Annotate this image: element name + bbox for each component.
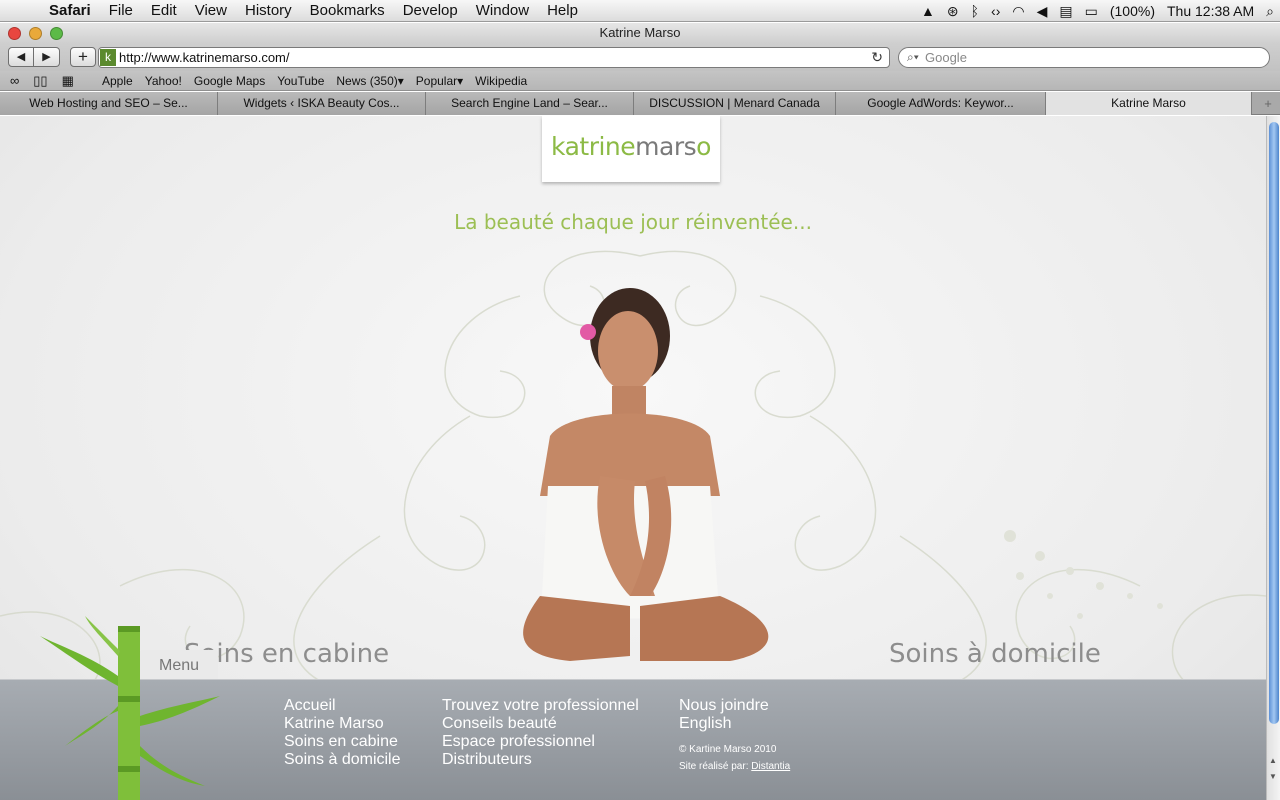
forward-button[interactable]: ▶ [34,47,60,67]
window-title: Katrine Marso [0,23,1280,43]
footer-link-nous-joindre[interactable]: Nous joindre [679,697,790,715]
brand-logo[interactable]: katrinemarso [542,116,720,182]
footer-link-katrine-marso[interactable]: Katrine Marso [284,715,401,733]
logo-part-green: katrine [551,132,636,161]
footer-link-conseils-beaute[interactable]: Conseils beauté [442,715,639,733]
bookmark-popular[interactable]: Popular▾ [410,74,469,88]
menu-help[interactable]: Help [538,2,587,19]
reading-list-icon[interactable]: ∞ [10,73,19,89]
scrollbar-thumb[interactable] [1269,122,1279,724]
scroll-down-icon[interactable]: ▼ [1269,772,1277,781]
spotlight-icon[interactable]: ⌕ [1260,3,1280,20]
vertical-scrollbar[interactable]: ▲ ▼ [1266,116,1280,800]
search-icon[interactable]: ⌕▾ [907,48,919,67]
tab-katrine-marso[interactable]: Katrine Marso [1046,92,1252,115]
bamboo-graphic [40,616,220,800]
add-bookmark-button[interactable]: + [70,47,96,67]
mac-menubar: Safari File Edit View History Bookmarks … [0,0,1280,22]
flag-icon[interactable]: ▤ [1053,3,1078,20]
credit-link-distantia[interactable]: Distantia [751,761,790,772]
logo-part-end: o [696,132,711,161]
tab-widgets-iska[interactable]: Widgets ‹ ISKA Beauty Cos... [218,92,426,115]
close-window-button[interactable] [8,27,21,40]
search-placeholder: Google [925,50,967,65]
footer-link-soins-a-domicile[interactable]: Soins à domicile [284,751,401,769]
top-sites-icon[interactable]: ▦ [62,73,74,89]
category-soins-a-domicile[interactable]: Soins à domicile [889,639,1101,669]
menu-view[interactable]: View [186,2,236,19]
nav-buttons: ◀ ▶ [8,47,60,67]
footer-link-english[interactable]: English [679,715,790,733]
logo-part-grey: mars [635,132,697,161]
bookmarks-bar: ∞ ▯▯ ▦ Apple Yahoo! Google Maps YouTube … [0,71,1280,91]
address-text[interactable]: http://www.katrinemarso.com/ [119,48,290,67]
bookmark-news[interactable]: News (350)▾ [330,74,409,88]
search-field[interactable]: ⌕▾ Google [898,47,1270,68]
bluetooth-icon[interactable]: ᛒ [965,3,985,19]
menu-app-safari[interactable]: Safari [40,2,100,19]
page-content: katrinemarso La beauté chaque jour réinv… [0,116,1266,800]
back-button[interactable]: ◀ [8,47,34,67]
footer-column-3: Nous joindre English © Kartine Marso 201… [679,697,790,775]
tab-discussion-menard[interactable]: DISCUSSION | Menard Canada [634,92,836,115]
battery-percent: (100%) [1109,3,1155,19]
volume-icon[interactable]: ◀ [1031,3,1054,20]
model-photo [523,288,769,661]
tagline: La beauté chaque jour réinventée... [454,210,812,234]
tab-web-hosting[interactable]: Web Hosting and SEO – Se... [0,92,218,115]
bookmark-wikipedia[interactable]: Wikipedia [469,74,533,88]
credit-prefix: Site réalisé par: [679,761,749,772]
bookmark-youtube[interactable]: YouTube [271,74,330,88]
minimize-window-button[interactable] [29,27,42,40]
copyright-text: © Kartine Marso 2010 [679,744,777,755]
battery-icon[interactable]: ▭ [1079,3,1104,20]
menubar-clock[interactable]: Thu 12:38 AM [1161,3,1260,19]
tab-search-engine-land[interactable]: Search Engine Land – Sear... [426,92,634,115]
footer-column-1: Accueil Katrine Marso Soins en cabine So… [284,697,401,769]
menu-file[interactable]: File [100,2,142,19]
menu-edit[interactable]: Edit [142,2,186,19]
favicon-icon: k [100,49,116,66]
adobe-icon[interactable]: ▲ [915,3,941,19]
sync-icon[interactable]: ⊛ [941,3,965,20]
window-controls [8,27,63,40]
footer-link-trouvez-professionnel[interactable]: Trouvez votre professionnel [442,697,639,715]
reload-icon[interactable]: ↻ [871,48,883,67]
tab-bar: Web Hosting and SEO – Se... Widgets ‹ IS… [0,92,1280,115]
zoom-window-button[interactable] [50,27,63,40]
book-icon[interactable]: ▯▯ [33,73,47,89]
footer-link-accueil[interactable]: Accueil [284,697,401,715]
menu-develop[interactable]: Develop [394,2,467,19]
footer-link-distributeurs[interactable]: Distributeurs [442,751,639,769]
tab-google-adwords[interactable]: Google AdWords: Keywor... [836,92,1046,115]
menu-window[interactable]: Window [467,2,538,19]
code-icon[interactable]: ‹› [985,3,1006,19]
address-bar[interactable]: k http://www.katrinemarso.com/ ↻ [98,47,890,68]
footer-link-espace-professionnel[interactable]: Espace professionnel [442,733,639,751]
bookmark-google-maps[interactable]: Google Maps [188,74,271,88]
footer-column-2: Trouvez votre professionnel Conseils bea… [442,697,639,769]
menu-bookmarks[interactable]: Bookmarks [301,2,394,19]
footer-link-soins-en-cabine[interactable]: Soins en cabine [284,733,401,751]
bookmark-apple[interactable]: Apple [96,74,139,88]
scroll-up-icon[interactable]: ▲ [1269,756,1277,765]
menu-history[interactable]: History [236,2,301,19]
new-tab-icon[interactable]: + [1256,94,1280,114]
browser-toolbar: ◀ ▶ + k http://www.katrinemarso.com/ ↻ ⌕… [0,43,1280,71]
wifi-icon[interactable]: ◠ [1006,3,1030,20]
bookmark-yahoo[interactable]: Yahoo! [139,74,188,88]
footer-credits: © Kartine Marso 2010 Site réalisé par: D… [679,741,790,775]
